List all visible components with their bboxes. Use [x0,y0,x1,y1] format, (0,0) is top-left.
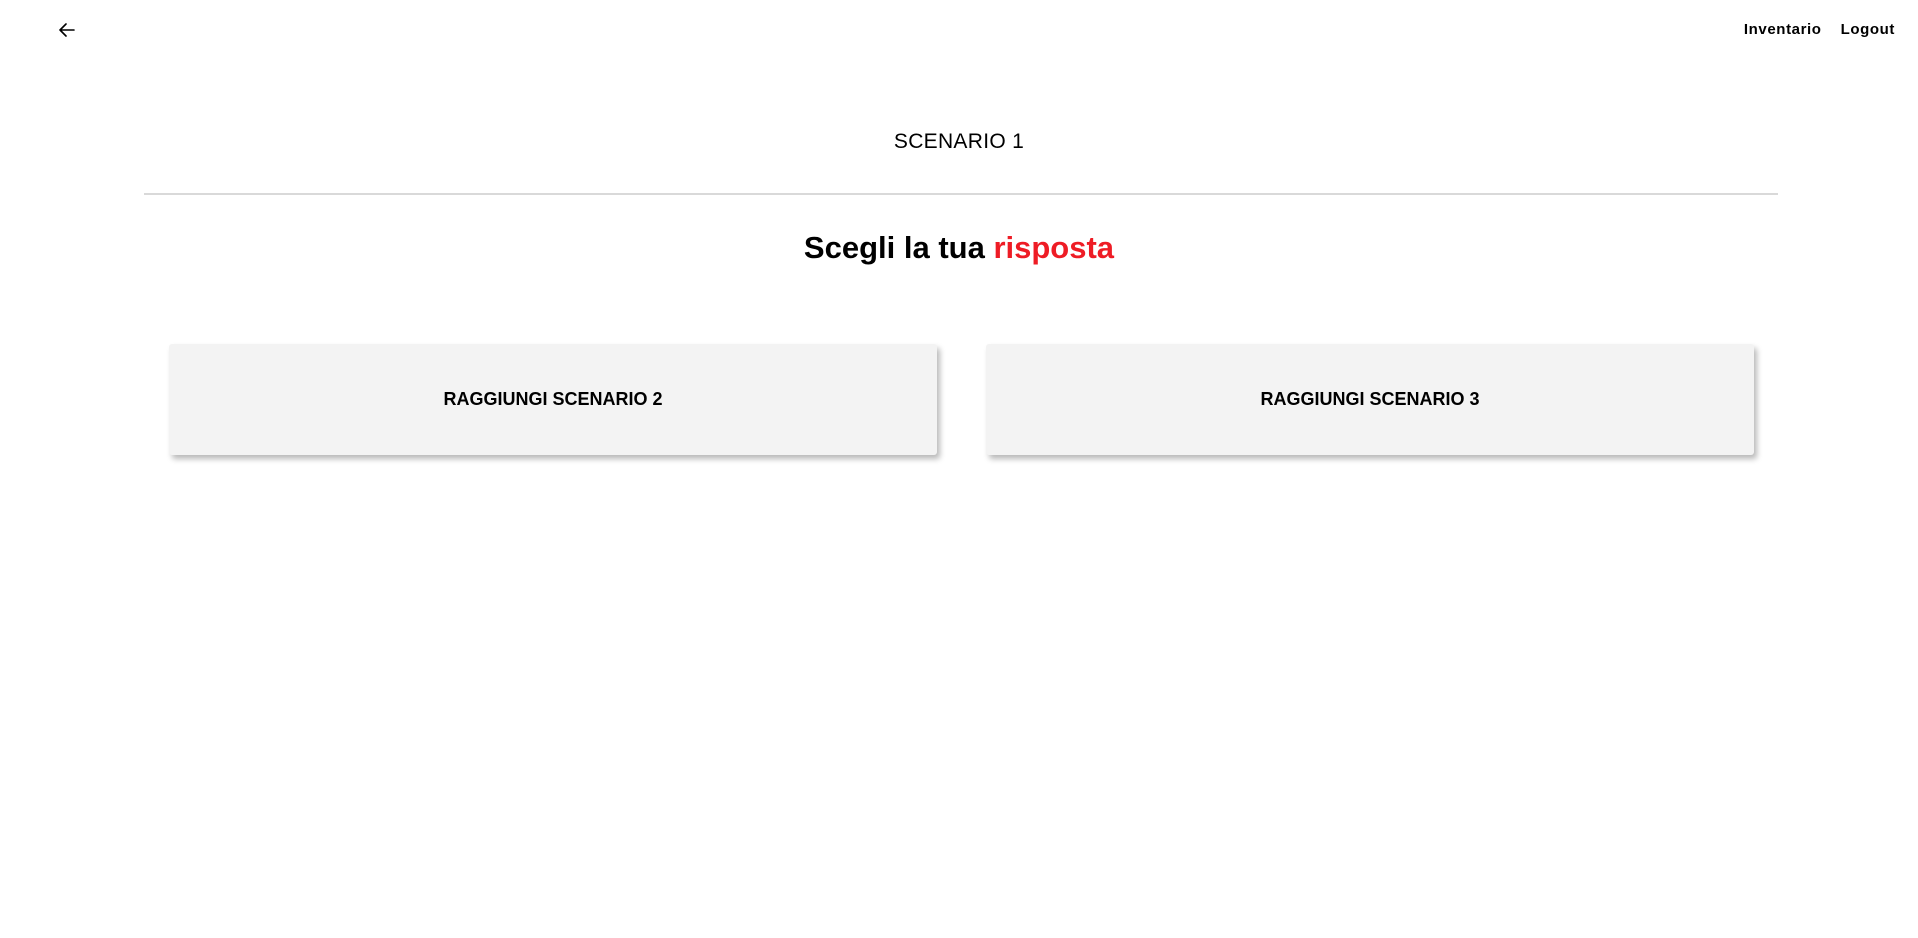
question-prefix: Scegli la tua [803,230,985,265]
choice-label: RAGGIUNGI SCENARIO 3 [1260,389,1480,409]
choice-label: RAGGIUNGI SCENARIO 2 [443,389,663,409]
choice-button-scenario-2[interactable]: RAGGIUNGI SCENARIO 2 [169,344,937,455]
top-nav: Inventario Logout [1744,21,1895,38]
logout-link[interactable]: Logout [1841,21,1895,38]
arrow-left-icon [59,23,75,37]
inventory-link[interactable]: Inventario [1744,21,1822,38]
back-button[interactable] [56,19,78,41]
top-bar: Inventario Logout [0,0,1918,60]
page: Inventario Logout SCENARIO 1 Scegli la t… [0,0,1918,938]
choice-button-scenario-3[interactable]: RAGGIUNGI SCENARIO 3 [986,344,1754,455]
scenario-title: SCENARIO 1 [893,130,1025,153]
question-accent: risposta [993,230,1115,265]
divider [144,193,1778,195]
question-heading: Scegli la tua risposta [0,230,1918,266]
